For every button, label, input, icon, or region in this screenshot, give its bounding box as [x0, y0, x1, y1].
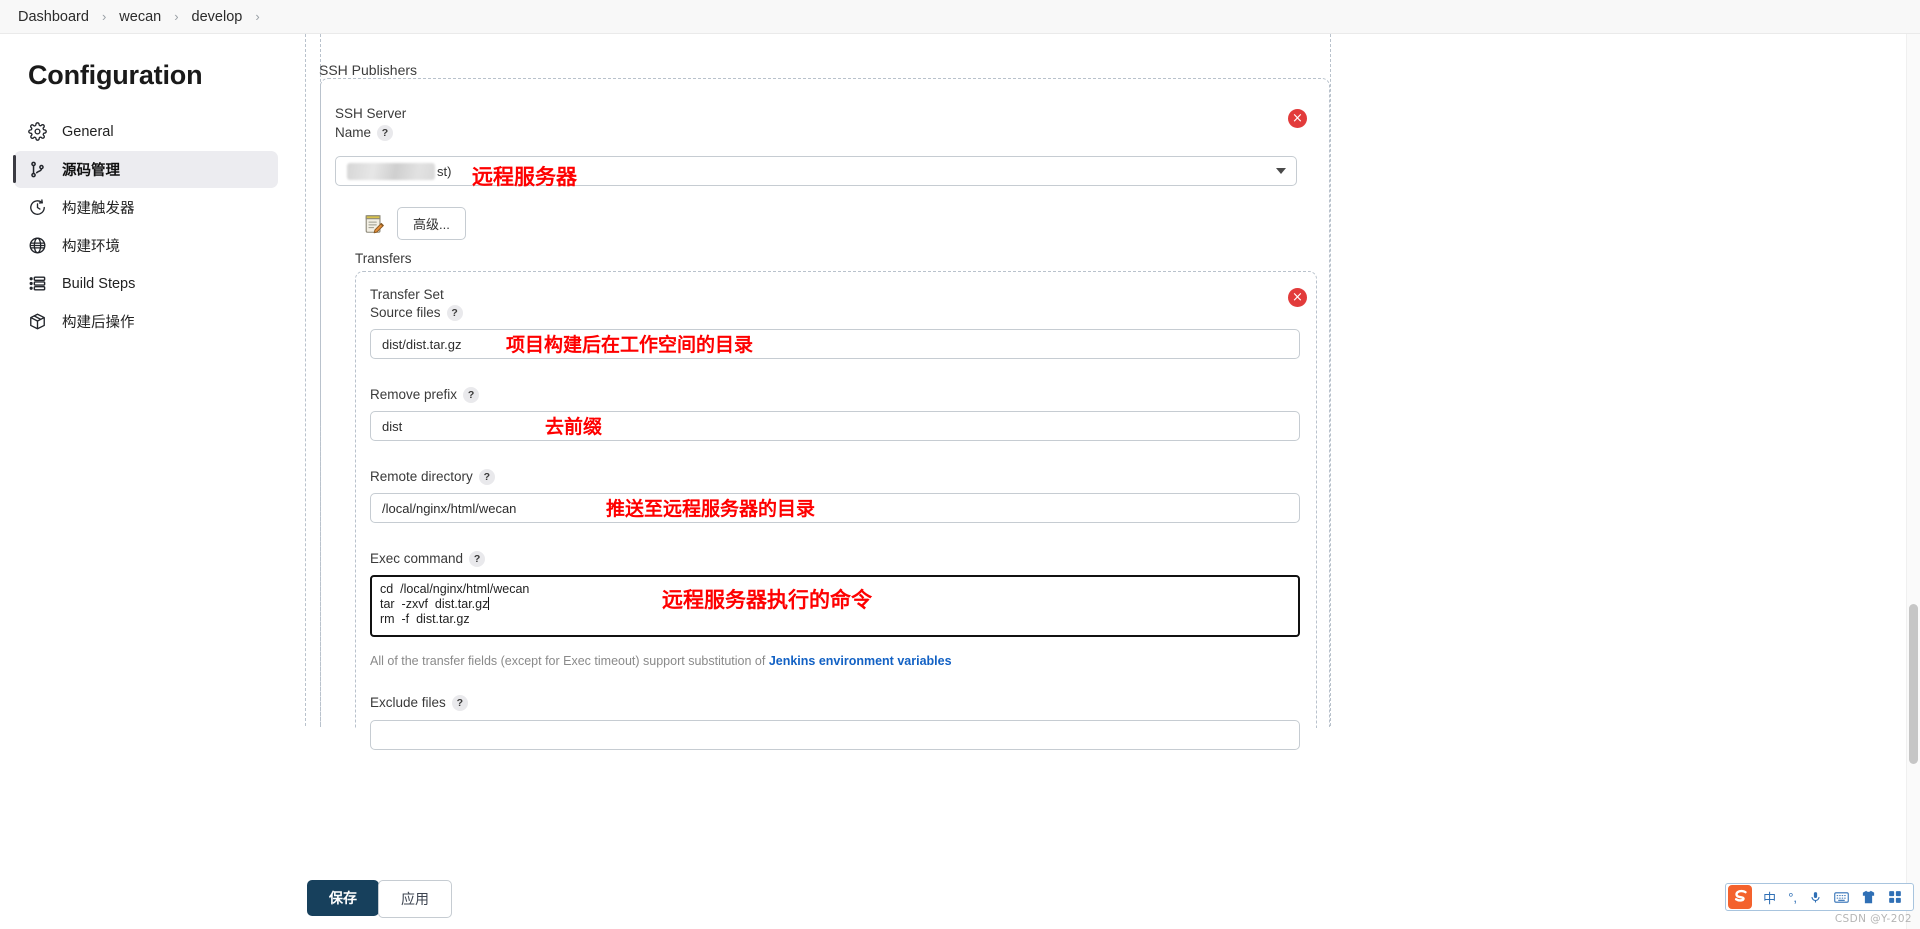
sogou-logo-icon[interactable] [1726, 884, 1753, 911]
notepad-pencil-icon [363, 213, 385, 235]
exclude-files-label: Exclude files [370, 695, 446, 710]
exec-line-1: cd /local/nginx/html/wecan [380, 582, 530, 596]
sidebar-item-label: 构建后操作 [62, 315, 135, 331]
breadcrumb: Dashboard › wecan › develop › [0, 0, 1920, 34]
transfer-set-block: × Transfer Set Source files ? dist/dist.… [355, 271, 1317, 750]
substitution-note-text: All of the transfer fields (except for E… [370, 654, 769, 668]
help-icon[interactable]: ? [469, 550, 486, 567]
ssh-server-label-line2: Name [335, 125, 372, 140]
ssh-server-block: × SSH Server Name ? st) 远程服务器 高级... Tran… [320, 78, 1330, 750]
breadcrumb-separator-icon: › [174, 9, 179, 24]
apply-button[interactable]: 应用 [378, 880, 452, 918]
sidebar: Configuration General 源码管理 构建触发器 构建环境 Bu… [0, 34, 300, 929]
ssh-server-label-line1: SSH Server [335, 106, 407, 121]
page-scrollbar-thumb[interactable] [1909, 604, 1918, 764]
sidebar-item-label: General [62, 123, 114, 140]
ime-chinese-mode-icon[interactable]: 中 [1757, 884, 1782, 910]
page-scrollbar-track[interactable] [1906, 34, 1920, 929]
sidebar-item-label: 源码管理 [62, 163, 120, 179]
nesting-rail-outer [305, 34, 306, 726]
globe-icon [26, 235, 48, 257]
help-icon[interactable]: ? [451, 694, 468, 711]
list-steps-icon [26, 273, 48, 295]
breadcrumb-item-wecan[interactable]: wecan [119, 9, 161, 25]
sidebar-item-label: Build Steps [62, 275, 136, 292]
help-icon[interactable]: ? [446, 304, 463, 321]
sidebar-item-source-management[interactable]: 源码管理 [13, 151, 278, 188]
sidebar-item-label: 构建环境 [62, 239, 120, 255]
help-icon[interactable]: ? [478, 468, 495, 485]
transfer-set-title: Transfer Set [370, 287, 444, 302]
form-action-bar: 保存 应用 [300, 866, 1860, 929]
ime-toolbar[interactable]: 中 °, [1725, 883, 1914, 911]
exec-line-2: tar -zxvf dist.tar.gz [380, 597, 489, 611]
remove-prefix-input[interactable]: dist [370, 411, 1300, 441]
sidebar-item-label: 构建触发器 [62, 201, 135, 217]
annotation-remote-server: 远程服务器 [472, 165, 577, 189]
advanced-row: 高级... [363, 207, 466, 240]
ime-punctuation-icon[interactable]: °, [1782, 884, 1803, 910]
jenkins-env-vars-link[interactable]: Jenkins environment variables [769, 654, 952, 668]
annotation-exec-command: 远程服务器执行的命令 [662, 588, 872, 612]
annotation-source-files: 项目构建后在工作空间的目录 [506, 334, 754, 356]
sidebar-item-build-environment[interactable]: 构建环境 [14, 227, 278, 264]
configuration-form: SSH Publishers × SSH Server Name ? st) 远… [300, 34, 1860, 929]
ime-microphone-icon[interactable] [1803, 884, 1828, 910]
ime-keyboard-icon[interactable] [1828, 884, 1855, 910]
exec-line-3: rm -f dist.tar.gz [380, 612, 470, 626]
substitution-note: All of the transfer fields (except for E… [370, 654, 952, 668]
text-cursor [488, 597, 490, 610]
sidebar-item-general[interactable]: General [14, 113, 278, 150]
sidebar-item-post-build-actions[interactable]: 构建后操作 [14, 303, 278, 340]
source-branch-icon [26, 159, 48, 181]
nesting-rail-right [1330, 34, 1331, 726]
remote-directory-input[interactable]: /local/nginx/html/wecan [370, 493, 1300, 523]
exec-command-label: Exec command [370, 551, 464, 566]
annotation-remote-directory: 推送至远程服务器的目录 [606, 498, 816, 520]
gear-icon [26, 121, 48, 143]
remote-directory-label: Remote directory [370, 469, 473, 484]
page-title: Configuration [28, 60, 203, 90]
breadcrumb-separator-icon: › [101, 9, 107, 24]
breadcrumb-separator-icon: › [255, 9, 260, 24]
ime-skin-shirt-icon[interactable] [1855, 884, 1882, 910]
chevron-down-icon[interactable] [1276, 168, 1286, 174]
save-button[interactable]: 保存 [307, 880, 379, 916]
redacted-value [347, 162, 435, 180]
help-icon[interactable]: ? [463, 386, 480, 403]
ssh-server-selected-tail: st) [437, 163, 452, 179]
csdn-watermark: CSDN @Y-202 [1834, 913, 1912, 925]
remove-ssh-server-button[interactable]: × [1288, 109, 1307, 128]
transfers-label: Transfers [355, 251, 412, 266]
help-icon[interactable]: ? [377, 124, 394, 141]
remove-prefix-label: Remove prefix [370, 387, 458, 402]
annotation-remove-prefix: 去前缀 [545, 416, 603, 438]
sidebar-item-build-steps[interactable]: Build Steps [14, 265, 278, 302]
package-icon [26, 311, 48, 333]
clock-icon [26, 197, 48, 219]
exclude-files-input[interactable] [370, 720, 1300, 750]
ime-toolbox-grid-icon[interactable] [1882, 884, 1908, 910]
sidebar-item-build-triggers[interactable]: 构建触发器 [14, 189, 278, 226]
source-files-label: Source files [370, 305, 441, 320]
breadcrumb-item-dashboard[interactable]: Dashboard [18, 9, 89, 25]
advanced-button[interactable]: 高级... [397, 207, 466, 240]
section-title-ssh-publishers: SSH Publishers [319, 62, 418, 78]
breadcrumb-item-develop[interactable]: develop [192, 9, 243, 25]
sidebar-nav: General 源码管理 构建触发器 构建环境 Build Steps 构建后操… [0, 113, 300, 340]
